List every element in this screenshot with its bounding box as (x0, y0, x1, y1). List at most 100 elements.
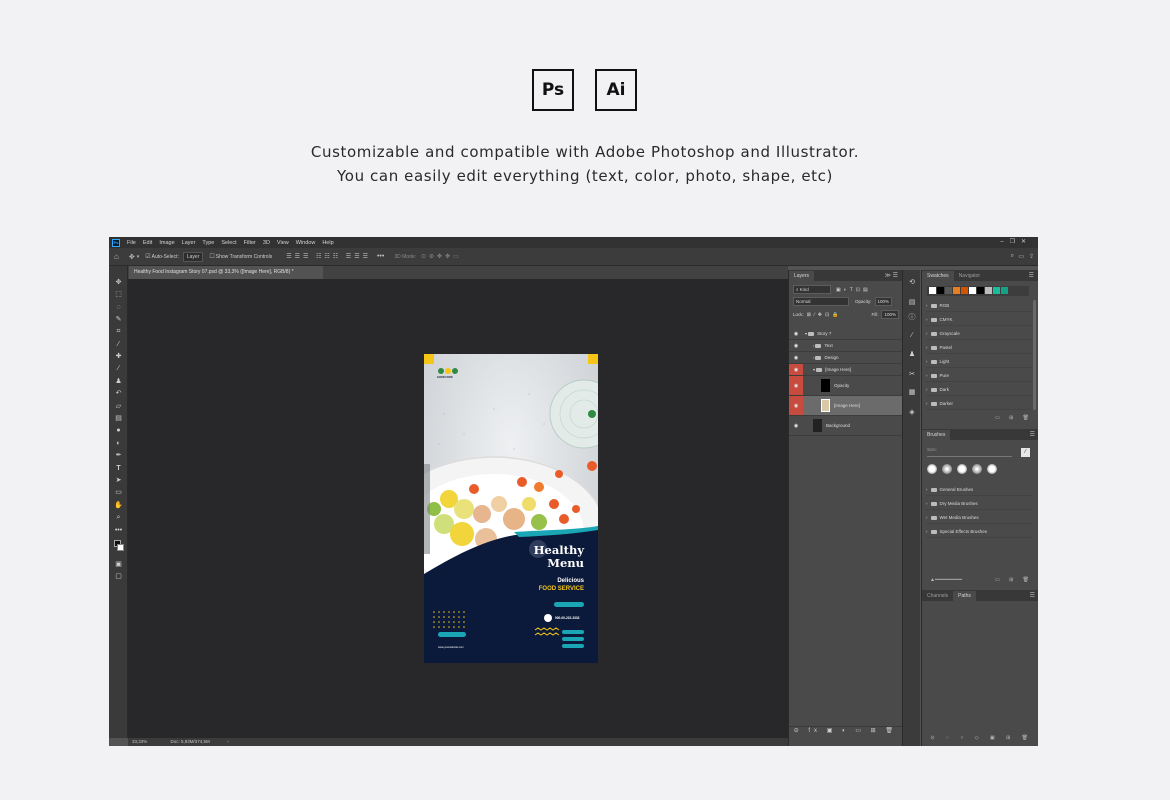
layer-row-selected[interactable]: ◉ [Image Here] (789, 396, 903, 416)
history-brush-tool-icon[interactable]: ↶ (113, 389, 124, 398)
tab-brushes[interactable]: Brushes (922, 430, 951, 440)
opacity-field[interactable]: 100% (874, 297, 893, 306)
color-swatches-icon[interactable] (113, 539, 124, 553)
gradient-tool-icon[interactable]: ▤ (113, 414, 124, 423)
hand-tool-icon[interactable]: ✋ (113, 501, 124, 510)
crop-tool-icon[interactable]: ⌗ (113, 327, 124, 336)
brush-settings-icon[interactable]: ∕ (907, 332, 917, 342)
visibility-eye-icon[interactable]: ◉ (789, 328, 803, 339)
filter-icons[interactable]: ▣◐T⊡▤ (836, 287, 871, 293)
tab-paths[interactable]: Paths (953, 591, 976, 601)
more-options-icon[interactable]: ••• (377, 253, 384, 260)
swatches-panel-buttons[interactable]: ▭ ⊞ 🗑 (922, 415, 1038, 424)
eyedropper-tool-icon[interactable]: ⁄ (113, 340, 124, 349)
swatch[interactable] (953, 287, 960, 294)
brush-preset[interactable] (942, 464, 952, 474)
layer-row[interactable]: ◉ › Design (789, 352, 903, 364)
stamp-tool-icon[interactable]: ♟ (113, 377, 124, 386)
swatch-group[interactable]: › Darker (926, 398, 1032, 410)
swatch-group[interactable]: › Grayscale (926, 328, 1032, 340)
auto-select-dropdown[interactable]: Layer (182, 251, 204, 262)
swatch-group[interactable]: › RGB (926, 300, 1032, 312)
brush-preset[interactable] (927, 464, 937, 474)
marquee-tool-icon[interactable]: ⬚ (113, 290, 124, 299)
menu-image[interactable]: Image (159, 240, 174, 246)
swatch[interactable] (961, 287, 968, 294)
swatches-scrollbar[interactable] (1033, 300, 1036, 410)
swatch[interactable] (929, 287, 936, 294)
menu-file[interactable]: File (127, 240, 136, 246)
lock-icons[interactable]: ⊠∕✥⊡🔒 (807, 312, 842, 318)
swatch-group[interactable]: › Pastel (926, 342, 1032, 354)
swatch[interactable] (1001, 287, 1008, 294)
layer-row[interactable]: ◉ Opacity (789, 376, 903, 396)
visibility-eye-icon[interactable]: ◉ (789, 340, 803, 351)
more-tools-icon[interactable]: ••• (113, 526, 124, 535)
pen-tool-icon[interactable]: ✒ (113, 451, 124, 460)
move-tool-icon[interactable]: ✥ (113, 278, 124, 287)
layer-row[interactable]: ◉ › Text (789, 340, 903, 352)
path-select-tool-icon[interactable]: ➤ (113, 476, 124, 485)
eraser-tool-icon[interactable]: ▱ (113, 402, 124, 411)
checkbox-transform-icon[interactable]: ☐ (209, 253, 214, 260)
swatch[interactable] (969, 287, 976, 294)
visibility-eye-icon[interactable]: ◉ (789, 352, 803, 363)
panel-menu-icon[interactable]: ☰ (1030, 592, 1038, 601)
swatch[interactable] (985, 287, 992, 294)
brush-preset[interactable] (972, 464, 982, 474)
minimize-icon[interactable]: – (1000, 239, 1009, 245)
screen-mode-icon[interactable]: ▢ (113, 572, 124, 581)
menu-filter[interactable]: Filter (244, 240, 256, 246)
swatch[interactable] (945, 287, 952, 294)
menu-edit[interactable]: Edit (143, 240, 152, 246)
share-icon[interactable]: ⇪ (1029, 253, 1034, 260)
canvas-area[interactable]: GOOD FOOD Healthy Menu Delicious FOOD SE… (128, 279, 788, 738)
history-icon[interactable]: ⟲ (907, 278, 917, 288)
brush-group[interactable]: › Dry Media Brushes (926, 498, 1032, 510)
brush-size-slider[interactable] (927, 456, 1012, 457)
menu-3d[interactable]: 3D (263, 240, 270, 246)
brush-group[interactable]: › Wet Media Brushes (926, 512, 1032, 524)
menu-view[interactable]: View (277, 240, 289, 246)
visibility-eye-icon[interactable]: ◉ (789, 364, 803, 375)
visibility-eye-icon[interactable]: ◉ (789, 416, 803, 435)
brush-group[interactable]: › General Brushes (926, 484, 1032, 496)
home-icon[interactable]: ⌂ (114, 252, 119, 261)
type-tool-icon[interactable]: T (113, 464, 124, 473)
fill-field[interactable]: 100% (881, 310, 899, 319)
search-icon[interactable]: ⌕ (1011, 253, 1014, 260)
tools-presets-icon[interactable]: ✂ (907, 370, 917, 380)
swatch-group[interactable]: › Dark (926, 384, 1032, 396)
3d-tools-icons[interactable]: ⊙⊛✥✥▭ (421, 253, 462, 260)
swatch[interactable] (937, 287, 944, 294)
swatch-group[interactable]: › Pure (926, 370, 1032, 382)
tab-layers[interactable]: Layers (789, 271, 815, 281)
brushes-panel-buttons[interactable]: ▲━━━━━━━━━ ▭ ⊞ 🗑 (922, 577, 1038, 586)
properties-icon[interactable]: ▦ (907, 388, 917, 398)
menu-select[interactable]: Select (221, 240, 236, 246)
menu-help[interactable]: Help (322, 240, 333, 246)
window-controls[interactable]: –❐✕ (1000, 238, 1032, 245)
tab-navigator[interactable]: Navigator (954, 271, 985, 281)
move-tool-icon[interactable]: ✥ (129, 253, 135, 261)
app-logo[interactable]: Ps (112, 238, 120, 247)
paths-panel-buttons[interactable]: ⊙ ◌ ○ ◇ ▣ ⊞ 🗑 (922, 735, 1038, 744)
info-icon[interactable]: ⓘ (907, 312, 917, 322)
clone-source-icon[interactable]: ♟ (907, 350, 917, 360)
swatch-group[interactable]: › Light (926, 356, 1032, 368)
blur-tool-icon[interactable]: ● (113, 426, 124, 435)
adjustments-icon[interactable]: ▤ (907, 298, 917, 308)
layer-row[interactable]: ◉ Background (789, 416, 903, 436)
brush-preset[interactable] (957, 464, 967, 474)
tab-swatches[interactable]: Swatches (922, 271, 954, 281)
panel-menu-icon[interactable]: ☰ (1030, 431, 1038, 440)
brush-presets[interactable] (927, 461, 1033, 477)
quick-mask-icon[interactable]: ▣ (113, 560, 124, 569)
visibility-eye-icon[interactable]: ◉ (789, 376, 803, 395)
menu-layer[interactable]: Layer (182, 240, 196, 246)
checkbox-auto-select-icon[interactable]: ☑ (145, 253, 150, 260)
quick-select-tool-icon[interactable]: ✎ (113, 315, 124, 324)
brush-tool-icon[interactable]: ∕ (113, 364, 124, 373)
dodge-tool-icon[interactable]: ◐ (113, 439, 124, 448)
artwork-instagram-story[interactable]: GOOD FOOD Healthy Menu Delicious FOOD SE… (424, 354, 598, 663)
